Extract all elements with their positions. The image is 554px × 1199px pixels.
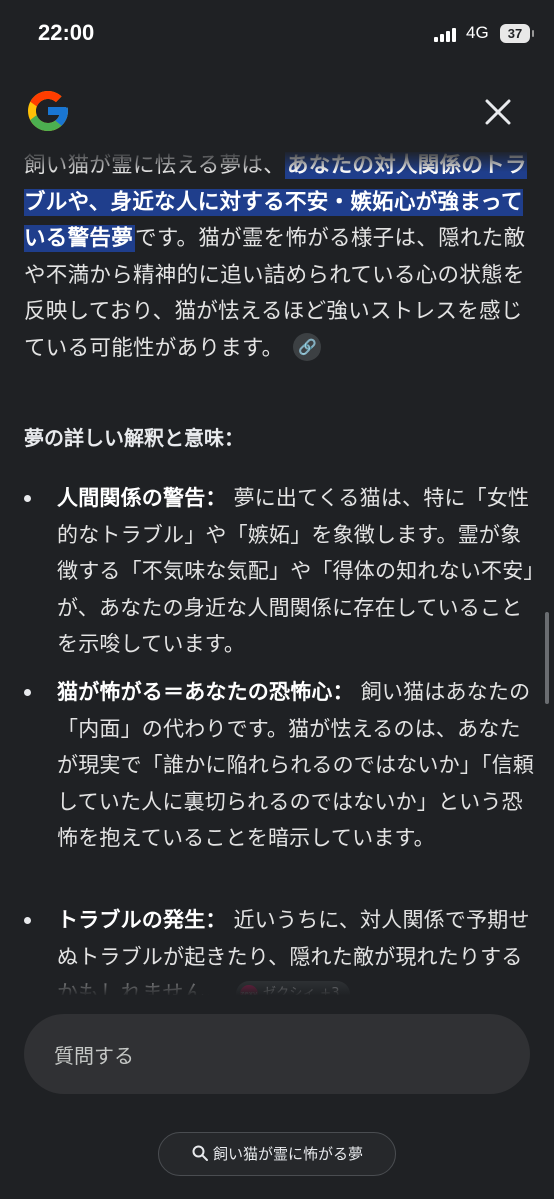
query-chip-label: 飼い猫が霊に怖がる夢 (212, 1145, 363, 1163)
status-time: 22:00 (38, 20, 95, 45)
bullet-title: 人間関係の警告： (57, 486, 227, 510)
status-bar: 22:00 4G 37 (0, 0, 554, 70)
bullet-title: トラブルの発生： (57, 908, 227, 932)
signal-icon (434, 26, 460, 42)
bullet-body: 夢に出てくる猫は、特に「女性的なトラブル」や「嫉妬」を象徴します。霊が象徴する「… (57, 486, 535, 656)
bullet-title: 猫が怖がる＝あなたの恐怖心： (57, 680, 354, 704)
query-chip[interactable]: 飼い猫が霊に怖がる夢 (158, 1132, 396, 1176)
zexy-logo-icon: zexy (239, 984, 258, 995)
ask-placeholder: 質問する (54, 1044, 134, 1068)
header (0, 80, 554, 150)
source-chip[interactable]: zexy ゼクシィ +3 (235, 981, 350, 995)
section-heading: 夢の詳しい解釈と意味： (24, 426, 244, 450)
ask-input[interactable]: 質問する (24, 1014, 530, 1094)
bullet-body: 飼い猫はあなたの「内面」の代わりです。猫が怯えるのは、あなたが現実で「誰かに陥れ… (57, 680, 535, 850)
bullet-dot (24, 495, 31, 502)
answer-intro: 飼い猫が霊に怯える夢は、あなたの対人関係のトラブルや、身近な人に対する不安・嫉妬… (24, 150, 534, 367)
bullet-dot (24, 689, 31, 696)
intro-text: 飼い猫が霊に怯える夢は、 (24, 153, 285, 178)
answer-content[interactable]: 飼い猫が霊に怯える夢は、あなたの対人関係のトラブルや、身近な人に対する不安・嫉妬… (0, 150, 554, 995)
link-icon[interactable]: 🔗 (293, 332, 322, 361)
scrollbar[interactable] (545, 612, 549, 704)
battery-icon: 37 (500, 24, 534, 43)
search-icon (192, 1145, 208, 1161)
google-logo-icon (28, 91, 68, 131)
bullet-dot (24, 917, 31, 924)
close-icon[interactable] (478, 92, 518, 132)
network-type: 4G (466, 23, 489, 42)
